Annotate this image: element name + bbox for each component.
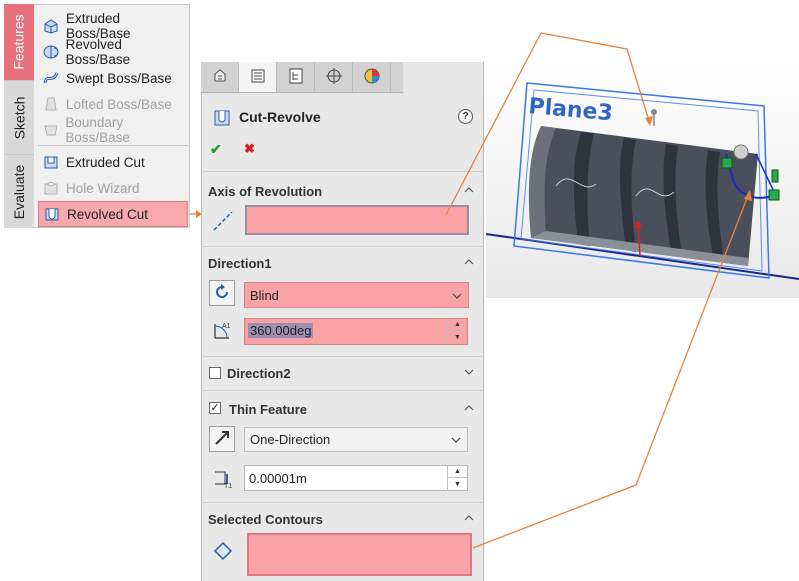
section-divider bbox=[201, 246, 484, 247]
thin-type-select[interactable]: One-Direction bbox=[244, 427, 468, 452]
angle-spinner[interactable]: ▲ ▼ bbox=[447, 319, 467, 344]
chevron-down-icon[interactable] bbox=[464, 367, 474, 377]
thickness-field[interactable]: 0.00001m ▲ ▼ bbox=[244, 465, 468, 491]
chevron-up-icon[interactable] bbox=[464, 513, 474, 523]
model-view[interactable]: Plane3 bbox=[485, 66, 799, 298]
revolved-boss-icon bbox=[40, 43, 62, 61]
feature-manager-tab[interactable] bbox=[201, 62, 239, 92]
menu-item-revolved-boss[interactable]: Revolved Boss/Base bbox=[38, 37, 188, 67]
display-manager-tab[interactable] bbox=[353, 62, 391, 92]
feature-manager-icon bbox=[211, 67, 229, 88]
display-manager-icon bbox=[363, 67, 381, 88]
dimxpert-icon bbox=[325, 67, 343, 88]
angle-field[interactable]: 360.00deg ▲ ▼ bbox=[244, 318, 468, 345]
axis-icon bbox=[210, 208, 236, 234]
menu-item-hole-wizard: Hole Wizard bbox=[38, 176, 188, 200]
extruded-cut-icon bbox=[40, 153, 62, 171]
section-divider bbox=[201, 356, 484, 357]
menu-item-extruded-cut[interactable]: Extruded Cut bbox=[38, 150, 188, 174]
chevron-up-icon[interactable] bbox=[464, 403, 474, 413]
thickness-icon: T1 bbox=[211, 466, 235, 490]
hole-wizard-icon bbox=[40, 179, 62, 197]
angle-icon: A1 bbox=[211, 318, 235, 342]
contour-icon bbox=[212, 540, 234, 562]
cut-revolve-icon bbox=[212, 108, 232, 128]
plane-label: Plane3 bbox=[527, 94, 613, 126]
swept-boss-icon bbox=[40, 69, 62, 87]
menu-item-revolved-cut[interactable]: Revolved Cut bbox=[38, 201, 188, 227]
contours-selection-box[interactable] bbox=[247, 533, 472, 576]
menu-item-lofted-boss: Lofted Boss/Base bbox=[38, 92, 188, 116]
thin-reverse-button[interactable] bbox=[209, 426, 235, 452]
end-condition-select[interactable]: Blind bbox=[244, 282, 469, 308]
sketch-relation-marker bbox=[721, 157, 733, 169]
tab-features[interactable]: Features bbox=[4, 4, 34, 80]
help-icon[interactable]: ? bbox=[458, 109, 473, 124]
thin-feature-header[interactable]: Thin Feature bbox=[201, 396, 484, 422]
tab-sketch[interactable]: Sketch bbox=[4, 80, 34, 154]
property-manager-icon bbox=[249, 67, 267, 88]
panel-title: Cut-Revolve bbox=[239, 109, 321, 125]
reverse-arrow-icon bbox=[213, 429, 231, 450]
direction2-header[interactable]: Direction2 bbox=[201, 360, 484, 386]
axis-selection-box[interactable] bbox=[245, 205, 469, 235]
selected-contours-header[interactable]: Selected Contours bbox=[201, 506, 484, 532]
chevron-up-icon[interactable] bbox=[464, 257, 474, 267]
dimxpert-tab[interactable] bbox=[315, 62, 353, 92]
section-divider bbox=[201, 171, 484, 172]
triad-handle bbox=[733, 144, 749, 160]
lofted-boss-icon bbox=[40, 95, 62, 113]
manager-tab-strip bbox=[201, 62, 403, 93]
section-divider bbox=[201, 502, 484, 503]
menu-divider bbox=[38, 145, 188, 146]
revolved-cut-icon bbox=[41, 205, 63, 223]
graphics-viewport[interactable]: Plane3 bbox=[485, 66, 799, 298]
axis-of-revolution-header[interactable]: Axis of Revolution bbox=[201, 178, 484, 204]
svg-text:A1: A1 bbox=[222, 323, 231, 330]
chevron-down-icon bbox=[452, 293, 462, 299]
chevron-up-icon[interactable] bbox=[464, 185, 474, 195]
property-manager-tab[interactable] bbox=[239, 62, 277, 92]
section-divider bbox=[201, 390, 484, 391]
reverse-direction-icon bbox=[213, 283, 231, 304]
menu-item-boundary-boss: Boundary Boss/Base bbox=[38, 115, 188, 145]
menu-item-swept-boss[interactable]: Swept Boss/Base bbox=[38, 66, 188, 90]
svg-text:T1: T1 bbox=[224, 483, 232, 490]
direction1-header[interactable]: Direction1 bbox=[201, 250, 484, 276]
boundary-boss-icon bbox=[40, 121, 61, 139]
reverse-direction-button[interactable] bbox=[209, 280, 235, 306]
configuration-manager-tab[interactable] bbox=[277, 62, 315, 92]
command-manager-tabs: Features Sketch Evaluate bbox=[4, 4, 34, 228]
configuration-manager-icon bbox=[287, 67, 305, 88]
thickness-spinner[interactable]: ▲ ▼ bbox=[447, 466, 467, 490]
chevron-down-icon bbox=[451, 437, 461, 443]
tab-evaluate[interactable]: Evaluate bbox=[4, 154, 34, 228]
menu-item-extruded-boss[interactable]: Extruded Boss/Base bbox=[38, 11, 188, 41]
ok-button[interactable]: ✔ bbox=[210, 141, 222, 158]
cancel-button[interactable]: ✖ bbox=[244, 141, 255, 157]
extruded-boss-icon bbox=[40, 17, 62, 35]
